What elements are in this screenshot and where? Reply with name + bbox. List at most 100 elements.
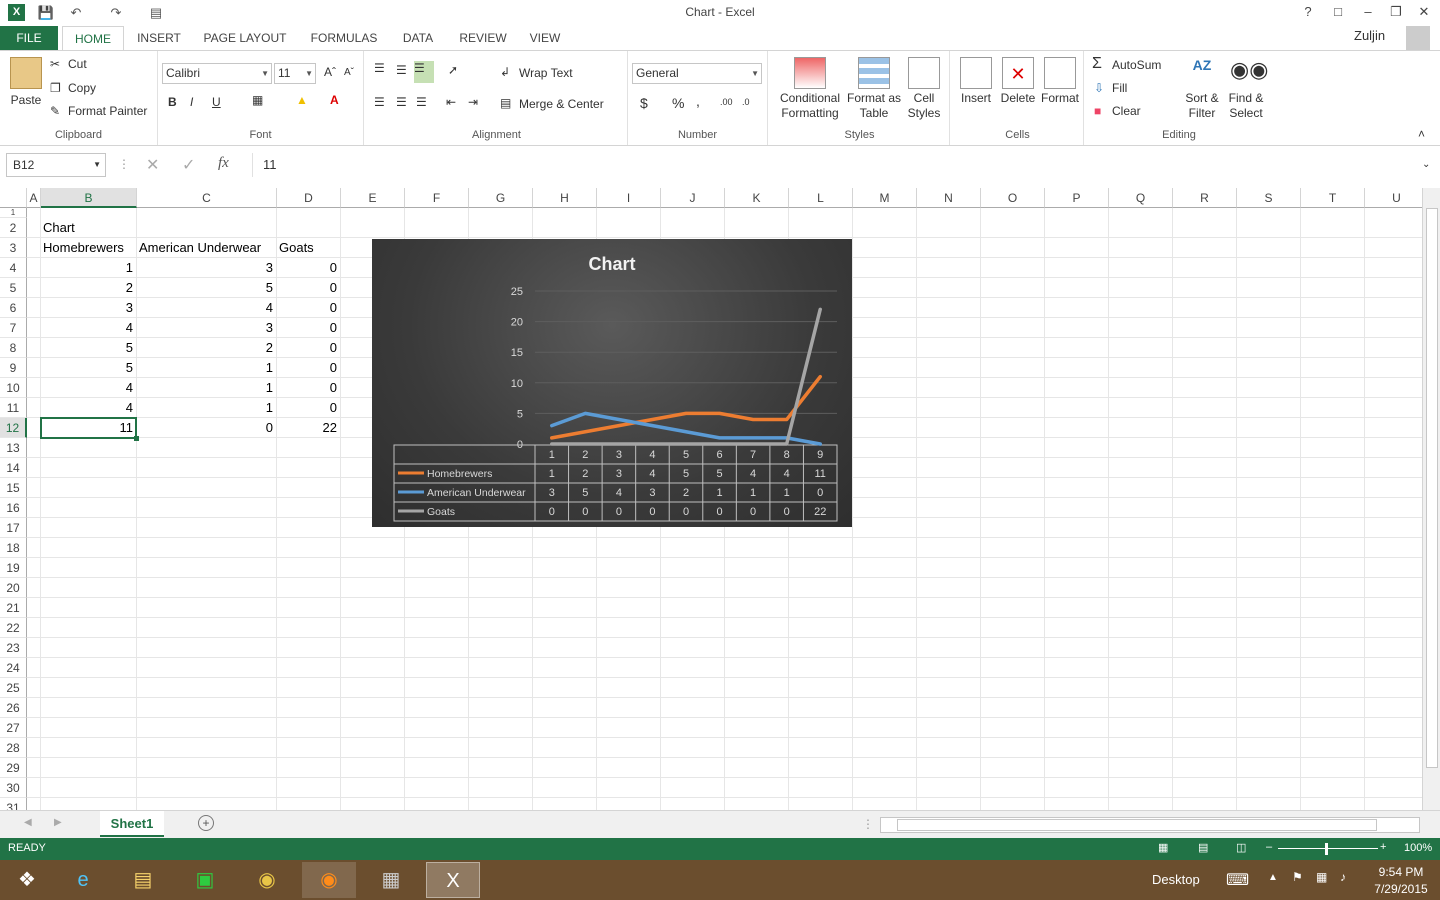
row-header-28[interactable]: 28 bbox=[0, 738, 27, 758]
cell-c10[interactable]: 1 bbox=[139, 378, 276, 398]
vertical-scrollbar[interactable] bbox=[1422, 188, 1440, 810]
paste-button[interactable]: Paste bbox=[6, 93, 46, 108]
cell-styles-icon[interactable] bbox=[908, 57, 940, 89]
clock-time[interactable]: 9:54 PM bbox=[1368, 865, 1434, 879]
copy-icon[interactable]: ❐ bbox=[50, 81, 61, 95]
fill-icon[interactable]: ⇩ bbox=[1094, 81, 1104, 95]
row-header-4[interactable]: 4 bbox=[0, 258, 27, 278]
row-header-7[interactable]: 7 bbox=[0, 318, 27, 338]
row-header-6[interactable]: 6 bbox=[0, 298, 27, 318]
row-header-14[interactable]: 14 bbox=[0, 458, 27, 478]
network-icon[interactable]: ▦ bbox=[1316, 870, 1327, 884]
row-header-2[interactable]: 2 bbox=[0, 218, 27, 238]
bold-button[interactable]: B bbox=[168, 95, 177, 109]
cell-d5[interactable]: 0 bbox=[279, 278, 340, 298]
help-icon[interactable]: ? bbox=[1296, 2, 1320, 22]
row-header-5[interactable]: 5 bbox=[0, 278, 27, 298]
column-header-c[interactable]: C bbox=[137, 188, 277, 208]
cell-c4[interactable]: 3 bbox=[139, 258, 276, 278]
avatar[interactable] bbox=[1406, 26, 1430, 50]
column-header-n[interactable]: N bbox=[917, 188, 981, 208]
normal-view-icon[interactable]: ▦ bbox=[1158, 841, 1168, 854]
calculator-icon[interactable]: ▦ bbox=[364, 862, 418, 898]
italic-button[interactable]: I bbox=[190, 95, 193, 109]
row-header-12[interactable]: 12 bbox=[0, 418, 27, 438]
font-size-dropdown[interactable]: 11 ▼ bbox=[274, 63, 316, 84]
formula-input[interactable]: 11 bbox=[252, 153, 1422, 177]
cell-c5[interactable]: 5 bbox=[139, 278, 276, 298]
tab-view[interactable]: VIEW bbox=[522, 26, 568, 50]
font-name-dropdown[interactable]: Calibri ▼ bbox=[162, 63, 272, 84]
cell-d9[interactable]: 0 bbox=[279, 358, 340, 378]
fill-button[interactable]: Fill bbox=[1112, 81, 1127, 95]
vertical-scroll-thumb[interactable] bbox=[1426, 208, 1438, 768]
format-painter-icon[interactable]: ✎ bbox=[50, 104, 60, 118]
tab-home[interactable]: HOME bbox=[62, 26, 124, 51]
keyboard-icon[interactable]: ⌨ bbox=[1226, 870, 1249, 890]
increase-font-icon[interactable]: Aˆ bbox=[324, 65, 336, 79]
zoom-slider[interactable] bbox=[1278, 848, 1378, 849]
cell-b3[interactable]: Homebrewers bbox=[43, 238, 136, 258]
tab-insert[interactable]: INSERT bbox=[132, 26, 186, 50]
prev-sheet-icon[interactable]: ◀ bbox=[24, 817, 32, 828]
column-header-s[interactable]: S bbox=[1237, 188, 1301, 208]
cell-d6[interactable]: 0 bbox=[279, 298, 340, 318]
row-header-26[interactable]: 26 bbox=[0, 698, 27, 718]
column-header-i[interactable]: I bbox=[597, 188, 661, 208]
cancel-icon[interactable]: ✕ bbox=[146, 155, 159, 175]
borders-icon[interactable]: ▦ bbox=[252, 93, 263, 107]
autosum-button[interactable]: AutoSum bbox=[1112, 58, 1161, 72]
comma-button[interactable]: , bbox=[696, 93, 700, 109]
row-header-15[interactable]: 15 bbox=[0, 478, 27, 498]
row-header-19[interactable]: 19 bbox=[0, 558, 27, 578]
column-header-o[interactable]: O bbox=[981, 188, 1045, 208]
zoom-in-icon[interactable]: + bbox=[1380, 841, 1386, 853]
zoom-slider-thumb[interactable] bbox=[1325, 843, 1328, 855]
formula-bar-options-icon[interactable]: ⋮ bbox=[118, 157, 130, 171]
align-top-icon[interactable]: ☰ bbox=[374, 61, 385, 75]
page-layout-view-icon[interactable]: ▤ bbox=[1198, 841, 1208, 854]
cell-c8[interactable]: 2 bbox=[139, 338, 276, 358]
binoculars-icon[interactable]: ◉◉ bbox=[1230, 57, 1268, 89]
cell-b9[interactable]: 5 bbox=[43, 358, 136, 378]
row-header-21[interactable]: 21 bbox=[0, 598, 27, 618]
sort-filter-button[interactable]: Sort & Filter bbox=[1180, 91, 1224, 121]
column-header-j[interactable]: J bbox=[661, 188, 725, 208]
tab-formulas[interactable]: FORMULAS bbox=[304, 26, 384, 50]
column-header-d[interactable]: D bbox=[277, 188, 341, 208]
minimize-icon[interactable]: – bbox=[1356, 2, 1380, 22]
decrease-decimal-icon[interactable]: .0 bbox=[742, 97, 750, 107]
delete-cells-icon[interactable]: ✕ bbox=[1002, 57, 1034, 89]
add-sheet-icon[interactable]: + bbox=[198, 815, 214, 831]
sort-filter-icon[interactable]: AZ bbox=[1186, 57, 1218, 89]
splitter-icon[interactable]: ⋮ bbox=[862, 817, 874, 831]
align-bottom-icon[interactable]: ☰ bbox=[414, 61, 434, 83]
format-cells-icon[interactable] bbox=[1044, 57, 1076, 89]
desktop-toolbar[interactable]: Desktop bbox=[1152, 872, 1200, 887]
find-select-button[interactable]: Find & Select bbox=[1224, 91, 1268, 121]
column-header-a[interactable]: A bbox=[27, 188, 41, 208]
chrome-icon[interactable]: ◉ bbox=[240, 862, 294, 898]
column-header-f[interactable]: F bbox=[405, 188, 469, 208]
font-color-icon[interactable]: A bbox=[330, 93, 339, 107]
copy-button[interactable]: Copy bbox=[68, 81, 96, 95]
row-header-20[interactable]: 20 bbox=[0, 578, 27, 598]
wrap-text-icon[interactable]: ↲ bbox=[500, 65, 510, 79]
zoom-out-icon[interactable]: – bbox=[1266, 841, 1272, 853]
paste-icon[interactable] bbox=[10, 57, 42, 89]
cell-b11[interactable]: 4 bbox=[43, 398, 136, 418]
horizontal-scrollbar[interactable] bbox=[880, 817, 1420, 833]
column-header-r[interactable]: R bbox=[1173, 188, 1237, 208]
format-as-table-button[interactable]: Format as Table bbox=[846, 91, 902, 121]
enter-icon[interactable]: ✓ bbox=[182, 155, 195, 175]
row-header-29[interactable]: 29 bbox=[0, 758, 27, 778]
row-header-18[interactable]: 18 bbox=[0, 538, 27, 558]
column-header-h[interactable]: H bbox=[533, 188, 597, 208]
number-format-dropdown[interactable]: General ▼ bbox=[632, 63, 762, 84]
row-header-13[interactable]: 13 bbox=[0, 438, 27, 458]
user-name[interactable]: Zuljin bbox=[1354, 28, 1385, 43]
chart-object[interactable]: Chart 0 5 10 15 20 25 1 2 3 4 5 6 7 8 9 Homebrewers 1 2 3 4 5… bbox=[372, 239, 852, 527]
align-left-icon[interactable]: ☰ bbox=[374, 95, 385, 109]
clear-button[interactable]: Clear bbox=[1112, 104, 1141, 118]
tab-page-layout[interactable]: PAGE LAYOUT bbox=[198, 26, 292, 50]
